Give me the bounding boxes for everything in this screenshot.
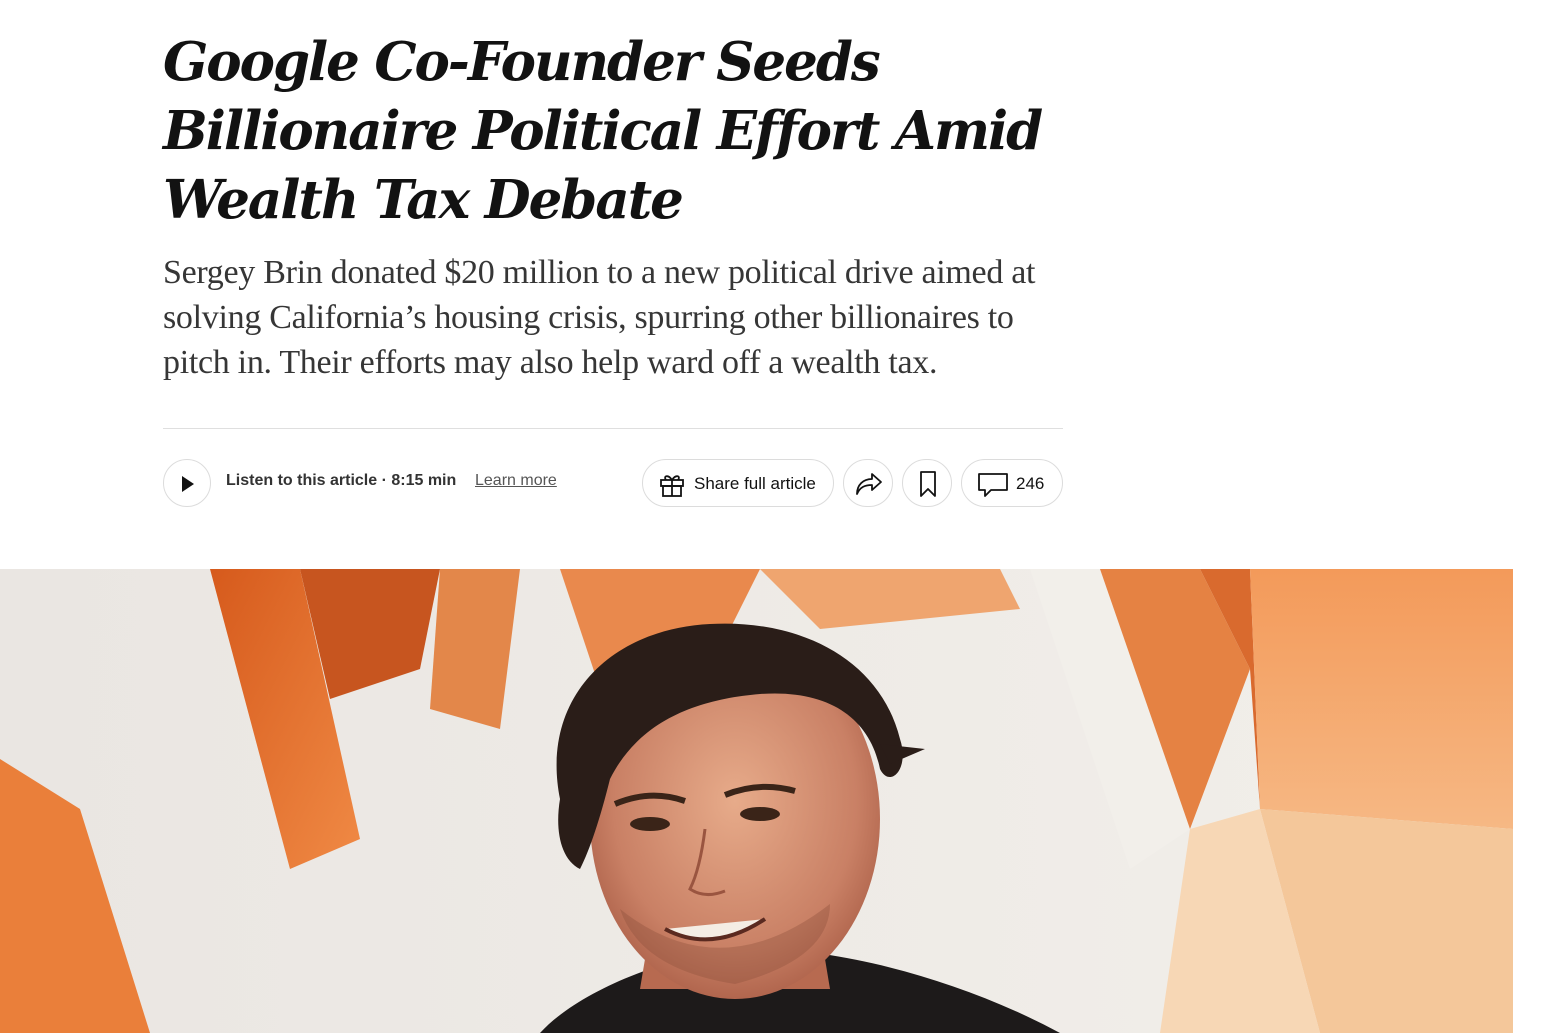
share-arrow-icon <box>856 473 882 495</box>
comment-count: 246 <box>1016 474 1045 493</box>
share-full-article-label: Share full article <box>694 474 816 493</box>
share-button[interactable] <box>843 459 893 507</box>
bookmark-icon <box>920 471 936 497</box>
hero-photo <box>0 569 1513 1033</box>
gift-icon <box>660 475 684 497</box>
article-headline: Google Co-Founder Seeds Billionaire Poli… <box>163 31 1043 231</box>
header-divider <box>163 428 1063 429</box>
listen-label: Listen to this article · 8:15 min <box>226 472 457 489</box>
article-toolbar: Listen to this article · 8:15 min Learn … <box>163 459 1063 509</box>
play-icon <box>182 476 194 492</box>
hero-image <box>0 569 1513 1033</box>
article-summary: Sergey Brin donated $20 million to a new… <box>163 254 1036 381</box>
comment-bubble-icon <box>978 473 1008 497</box>
learn-more-link[interactable]: Learn more <box>475 472 557 490</box>
comments-button[interactable]: 246 <box>961 459 1063 507</box>
share-full-article-button[interactable]: Share full article <box>642 459 834 507</box>
save-button[interactable] <box>902 459 952 507</box>
play-audio-button[interactable] <box>163 459 211 507</box>
